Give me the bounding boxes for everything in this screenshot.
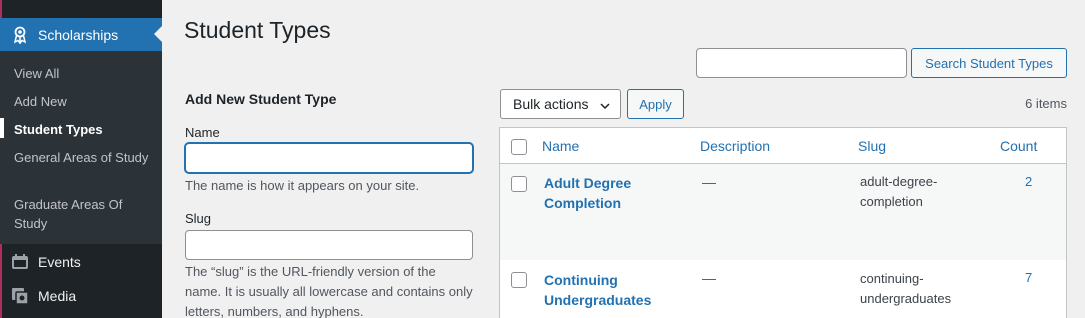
current-item-indicator: [0, 118, 4, 138]
submenu-student-types[interactable]: Student Types: [14, 120, 154, 139]
name-field[interactable]: [185, 143, 473, 173]
slug-label: Slug: [185, 211, 212, 226]
row-count-link[interactable]: 2: [1025, 174, 1032, 189]
row-description: —: [702, 174, 716, 190]
apply-button[interactable]: Apply: [627, 89, 684, 119]
table-row: Continuing Undergraduates — continuing-u…: [500, 260, 1066, 318]
column-description: Description: [700, 138, 771, 154]
submenu-graduate-areas-of-study[interactable]: Graduate Areas Of Study: [14, 195, 154, 233]
media-icon: [11, 287, 29, 305]
column-name[interactable]: Name: [542, 138, 579, 154]
column-count[interactable]: Count: [1000, 138, 1037, 154]
submenu-add-new[interactable]: Add New: [14, 92, 154, 111]
current-menu-arrow: [154, 26, 162, 42]
row-slug: adult-degree-completion: [860, 174, 938, 209]
submenu-general-areas-of-study[interactable]: General Areas of Study: [14, 148, 154, 167]
menu-events-label: Events: [38, 254, 81, 270]
search-button[interactable]: Search Student Types: [911, 48, 1067, 78]
menu-scholarships[interactable]: Scholarships: [0, 18, 162, 51]
terms-table: Name Description Slug Count Adult Degree…: [499, 127, 1067, 318]
table-header: Name Description Slug Count: [500, 128, 1066, 164]
award-icon: [12, 26, 28, 44]
row-name-link[interactable]: Continuing Undergraduates: [544, 270, 684, 310]
row-checkbox[interactable]: [511, 272, 527, 288]
menu-media[interactable]: Media: [0, 281, 162, 311]
submenu-view-all[interactable]: View All: [14, 64, 154, 83]
menu-media-label: Media: [38, 288, 77, 304]
slug-field[interactable]: [185, 230, 473, 260]
calendar-icon: [11, 254, 29, 270]
slug-help-text: The “slug” is the URL-friendly version o…: [185, 264, 473, 318]
bulk-actions-value: Bulk actions: [513, 96, 589, 112]
row-count-link[interactable]: 7: [1025, 270, 1032, 285]
menu-scholarships-label: Scholarships: [38, 26, 119, 43]
row-slug: continuing-undergraduates: [860, 271, 952, 306]
table-row: Adult Degree Completion — adult-degree-c…: [500, 164, 1066, 260]
add-new-heading: Add New Student Type: [185, 91, 337, 107]
chevron-down-icon: [600, 98, 610, 110]
select-all-checkbox[interactable]: [511, 139, 527, 155]
menu-events[interactable]: Events: [0, 247, 162, 277]
row-name-link[interactable]: Adult Degree Completion: [544, 173, 684, 213]
name-help-text: The name is how it appears on your site.: [185, 178, 420, 193]
row-description: —: [702, 270, 716, 286]
search-input[interactable]: [696, 48, 907, 78]
page-title: Student Types: [184, 17, 331, 43]
name-label: Name: [185, 125, 220, 140]
column-slug[interactable]: Slug: [858, 138, 886, 154]
items-count: 6 items: [1025, 96, 1067, 111]
row-checkbox[interactable]: [511, 176, 527, 192]
bulk-actions-select[interactable]: Bulk actions: [500, 89, 621, 119]
